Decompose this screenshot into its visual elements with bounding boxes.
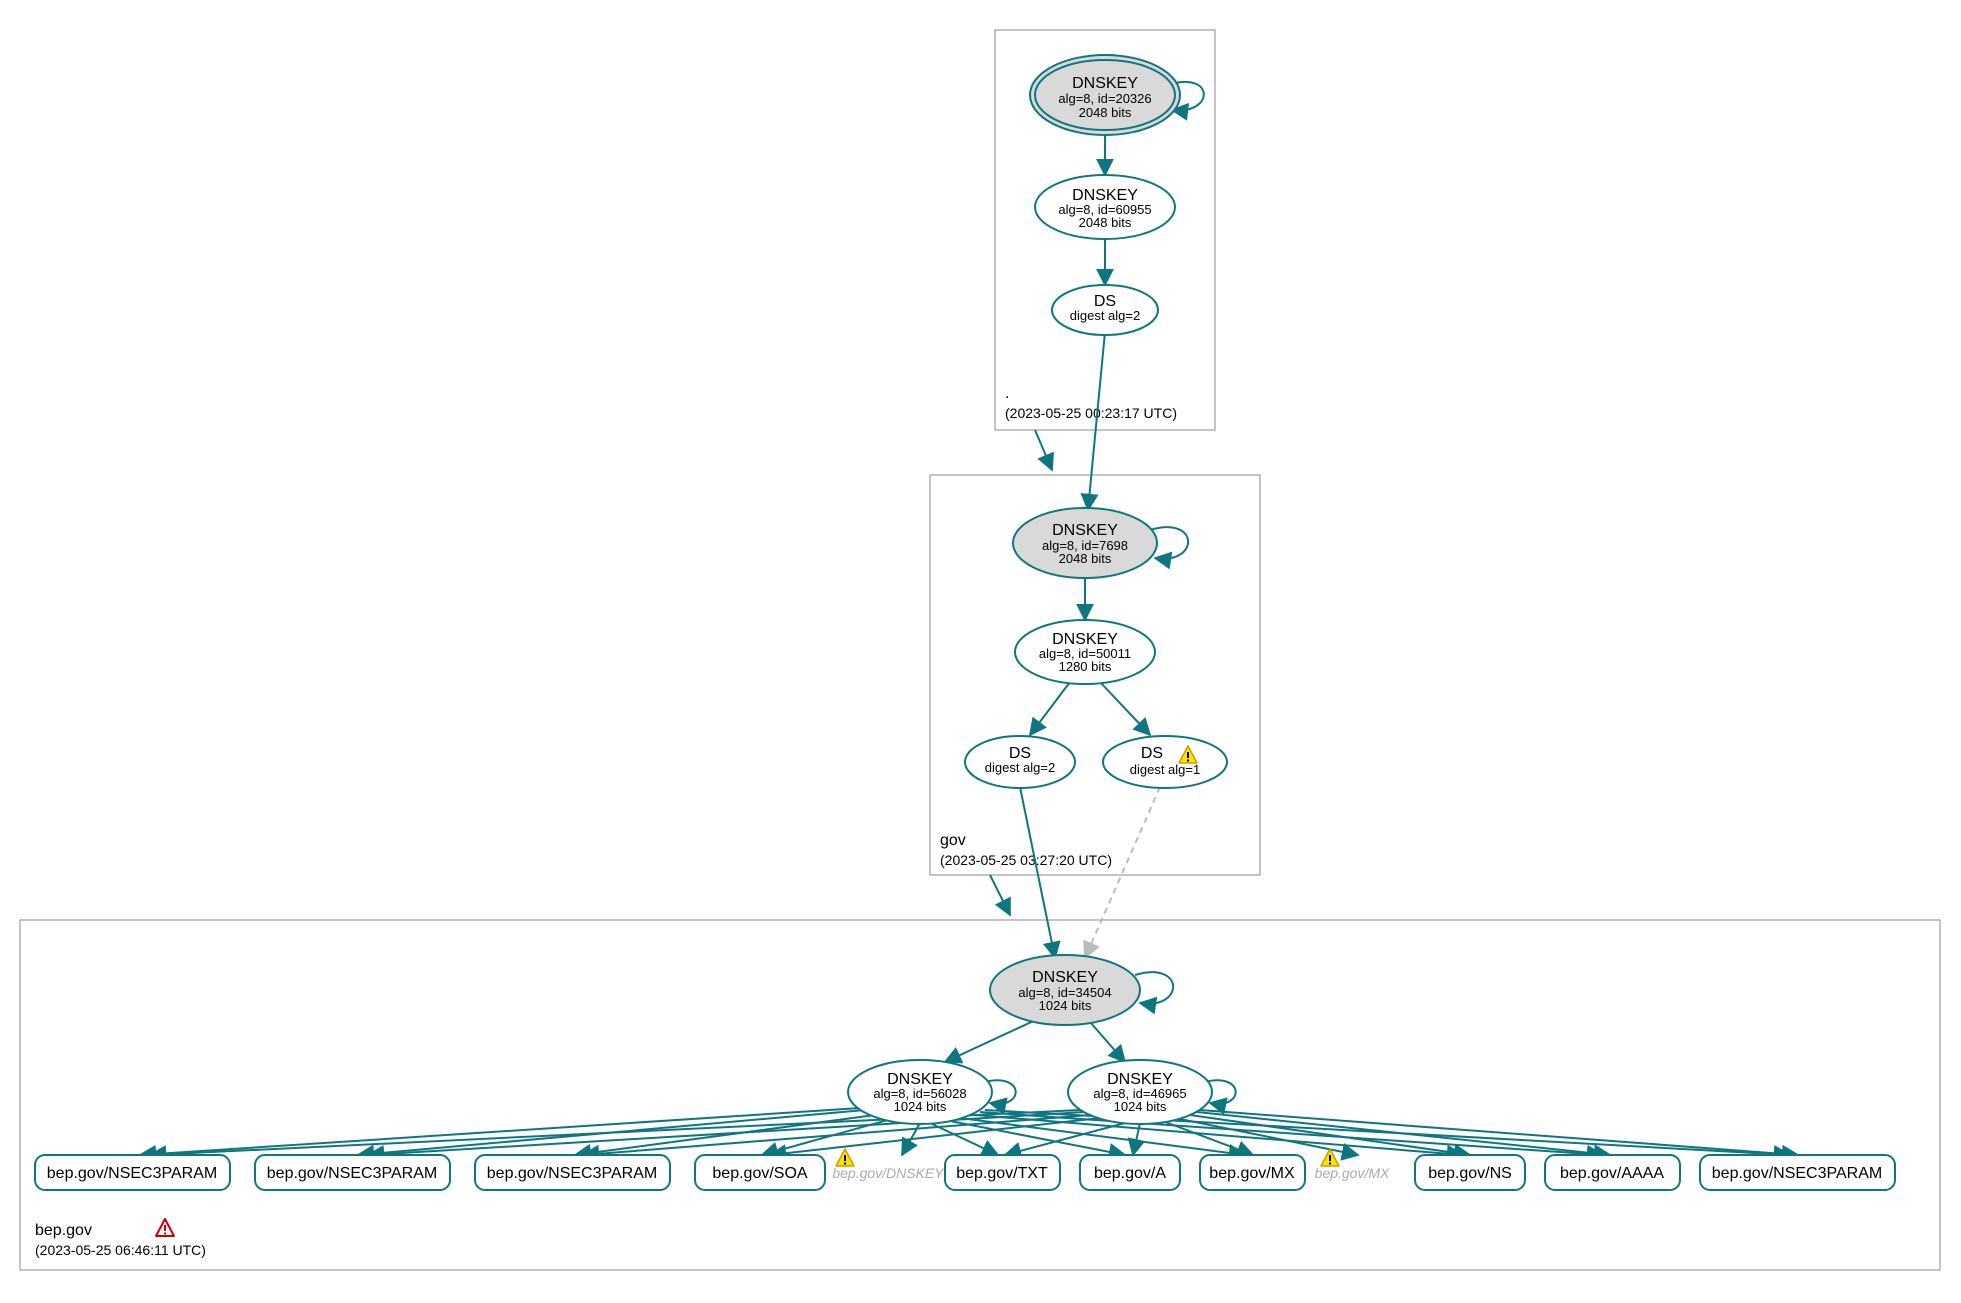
rr-r8[interactable]: bep.gov/NS [1415, 1155, 1525, 1190]
rr-r8-label: bep.gov/NS [1428, 1165, 1512, 1182]
node-gov-ksk-title: DNSKEY [1052, 522, 1118, 539]
rr-r6[interactable]: bep.gov/A [1080, 1155, 1180, 1190]
error-icon [156, 1219, 174, 1236]
node-gov-zsk[interactable]: DNSKEY alg=8, id=50011 1280 bits [1015, 620, 1155, 684]
node-bep-zsk1[interactable]: DNSKEY alg=8, id=56028 1024 bits [848, 1060, 992, 1124]
edge-gov-zsk-ds2 [1100, 682, 1150, 735]
warning-icon [836, 1149, 854, 1166]
node-bep-ksk-title: DNSKEY [1032, 969, 1098, 986]
edge-gov-ds2-bep-ksk-dashed [1085, 787, 1160, 958]
rr-r1-label: bep.gov/NSEC3PARAM [47, 1165, 217, 1182]
rr-r4[interactable]: bep.gov/SOA [695, 1155, 825, 1190]
rr-r10[interactable]: bep.gov/NSEC3PARAM [1700, 1155, 1895, 1190]
rr-r7[interactable]: bep.gov/MX [1200, 1155, 1305, 1190]
node-root-ksk-l1: alg=8, id=20326 [1058, 91, 1151, 106]
rr-r9[interactable]: bep.gov/AAAA [1545, 1155, 1680, 1190]
edge-zsk1-r8 [975, 1115, 1463, 1155]
rr-r2-label: bep.gov/NSEC3PARAM [267, 1165, 437, 1182]
node-gov-ds1-l1: digest alg=2 [985, 760, 1055, 775]
node-root-ksk[interactable]: DNSKEY alg=8, id=20326 2048 bits [1030, 55, 1180, 135]
zone-time-bep: (2023-05-25 06:46:11 UTC) [35, 1242, 206, 1258]
edge-gov-ds1-bep-ksk [1020, 787, 1055, 958]
node-bep-zsk2[interactable]: DNSKEY alg=8, id=46965 1024 bits [1068, 1060, 1212, 1124]
zone-time-root: (2023-05-25 00:23:17 UTC) [1005, 405, 1177, 421]
node-gov-ds1[interactable]: DS digest alg=2 [965, 736, 1075, 788]
rr-r2[interactable]: bep.gov/NSEC3PARAM [255, 1155, 450, 1190]
zone-time-gov: (2023-05-25 03:27:20 UTC) [940, 852, 1112, 868]
node-root-ksk-title: DNSKEY [1072, 75, 1138, 92]
rr-r10-label: bep.gov/NSEC3PARAM [1712, 1165, 1882, 1182]
node-bep-zsk1-l2: 1024 bits [894, 1099, 947, 1114]
rr-g1: bep.gov/DNSKEY [832, 1149, 945, 1181]
node-root-zsk[interactable]: DNSKEY alg=8, id=60955 2048 bits [1035, 175, 1175, 239]
edge-bep-ksk-zsk2 [1090, 1022, 1125, 1062]
rr-r6-label: bep.gov/A [1094, 1165, 1166, 1182]
edge-root-ds-gov-ksk [1088, 332, 1105, 510]
node-root-ds-l1: digest alg=2 [1070, 308, 1140, 323]
edge-zsk2-r5 [1005, 1123, 1125, 1155]
rr-r9-label: bep.gov/AAAA [1560, 1165, 1664, 1182]
rr-r4-label: bep.gov/SOA [712, 1165, 808, 1182]
edge-gov-zsk-ds1 [1030, 682, 1070, 735]
edge-root-to-gov-thick [1035, 430, 1052, 470]
rr-r7-label: bep.gov/MX [1209, 1165, 1295, 1182]
edge-gov-to-bep-thick [990, 875, 1010, 915]
node-gov-zsk-l2: 1280 bits [1059, 659, 1112, 674]
node-root-zsk-l2: 2048 bits [1079, 215, 1132, 230]
node-root-ksk-l2: 2048 bits [1079, 105, 1132, 120]
node-gov-ksk-l2: 2048 bits [1059, 551, 1112, 566]
node-gov-ds2-l1: digest alg=1 [1130, 762, 1200, 777]
rr-r3-label: bep.gov/NSEC3PARAM [487, 1165, 657, 1182]
node-gov-ds2[interactable]: DS digest alg=1 [1103, 736, 1227, 788]
zone-label-root: . [1005, 385, 1009, 402]
node-gov-ds2-title: DS [1141, 745, 1163, 762]
zone-label-gov: gov [940, 832, 966, 849]
zone-label-bep: bep.gov [35, 1222, 92, 1239]
rr-r1[interactable]: bep.gov/NSEC3PARAM [35, 1155, 230, 1190]
rr-r5[interactable]: bep.gov/TXT [945, 1155, 1060, 1190]
node-gov-ksk[interactable]: DNSKEY alg=8, id=7698 2048 bits [1013, 508, 1157, 578]
node-root-ds[interactable]: DS digest alg=2 [1052, 285, 1158, 335]
rr-r3[interactable]: bep.gov/NSEC3PARAM [475, 1155, 670, 1190]
node-bep-ksk[interactable]: DNSKEY alg=8, id=34504 1024 bits [990, 955, 1140, 1025]
rr-r5-label: bep.gov/TXT [956, 1165, 1048, 1182]
rr-g1-label: bep.gov/DNSKEY [832, 1165, 945, 1181]
node-bep-ksk-l2: 1024 bits [1039, 998, 1092, 1013]
rr-g2-label: bep.gov/MX [1315, 1165, 1390, 1181]
node-bep-zsk2-l2: 1024 bits [1114, 1099, 1167, 1114]
edge-bep-ksk-zsk1 [945, 1018, 1040, 1062]
